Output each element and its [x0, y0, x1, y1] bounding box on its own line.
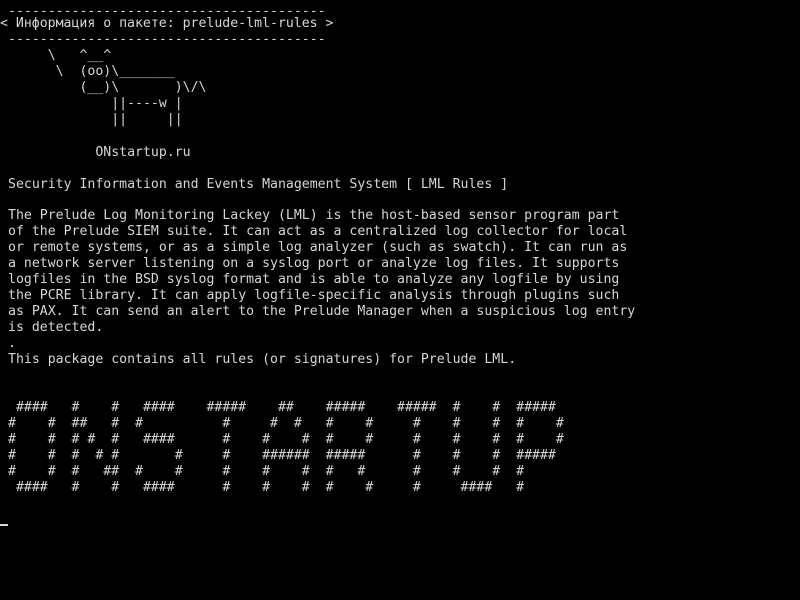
cow-line-3: (__)\ )\/\: [8, 80, 207, 95]
ascii-art-line: #### # # #### # # # # # # #### #: [8, 480, 525, 495]
description-line: .: [8, 336, 16, 351]
description-line: the PCRE library. It can apply logfile-s…: [8, 288, 620, 303]
ascii-art-line: # # # # # #### # # # # # # # # # #: [8, 432, 564, 447]
cow-line-1: \ ^__^: [8, 48, 112, 63]
description-line: This package contains all rules (or sign…: [8, 352, 517, 367]
text-cursor: [0, 524, 8, 526]
description-line: is detected.: [8, 320, 104, 335]
description-line: a network server listening on a syslog p…: [8, 256, 620, 271]
description-line: logfiles in the BSD syslog format and is…: [8, 272, 620, 287]
ascii-art-line: # # ## # # # # # # # # # # # #: [8, 416, 564, 431]
cow-line-5: || ||: [8, 112, 183, 127]
ascii-art-line: #### # # #### ##### ## ##### ##### # # #…: [8, 400, 556, 415]
cow-line-4: ||----w |: [8, 96, 183, 111]
site-name: ONstartup.ru: [8, 145, 191, 160]
package-summary: Security Information and Events Manageme…: [8, 177, 509, 192]
cow-line-2: \ (oo)\_______: [8, 64, 175, 79]
description-line: of the Prelude SIEM suite. It can act as…: [8, 224, 628, 239]
description-line: or remote systems, or as a simple log an…: [8, 240, 628, 255]
ascii-art-line: # # # # # # # ###### ##### # # # #####: [8, 448, 556, 463]
ascii-art-line: # # # ## # # # # # # # # # # #: [8, 464, 525, 479]
banner-title: < Информация о пакете: prelude-lml-rules…: [0, 16, 334, 31]
description-line: as PAX. It can send an alert to the Prel…: [8, 304, 636, 319]
terminal-screen: ----------------------------------------…: [0, 0, 800, 600]
banner-rule-bottom: ----------------------------------------: [8, 32, 326, 47]
description-line: The Prelude Log Monitoring Lackey (LML) …: [8, 208, 620, 223]
